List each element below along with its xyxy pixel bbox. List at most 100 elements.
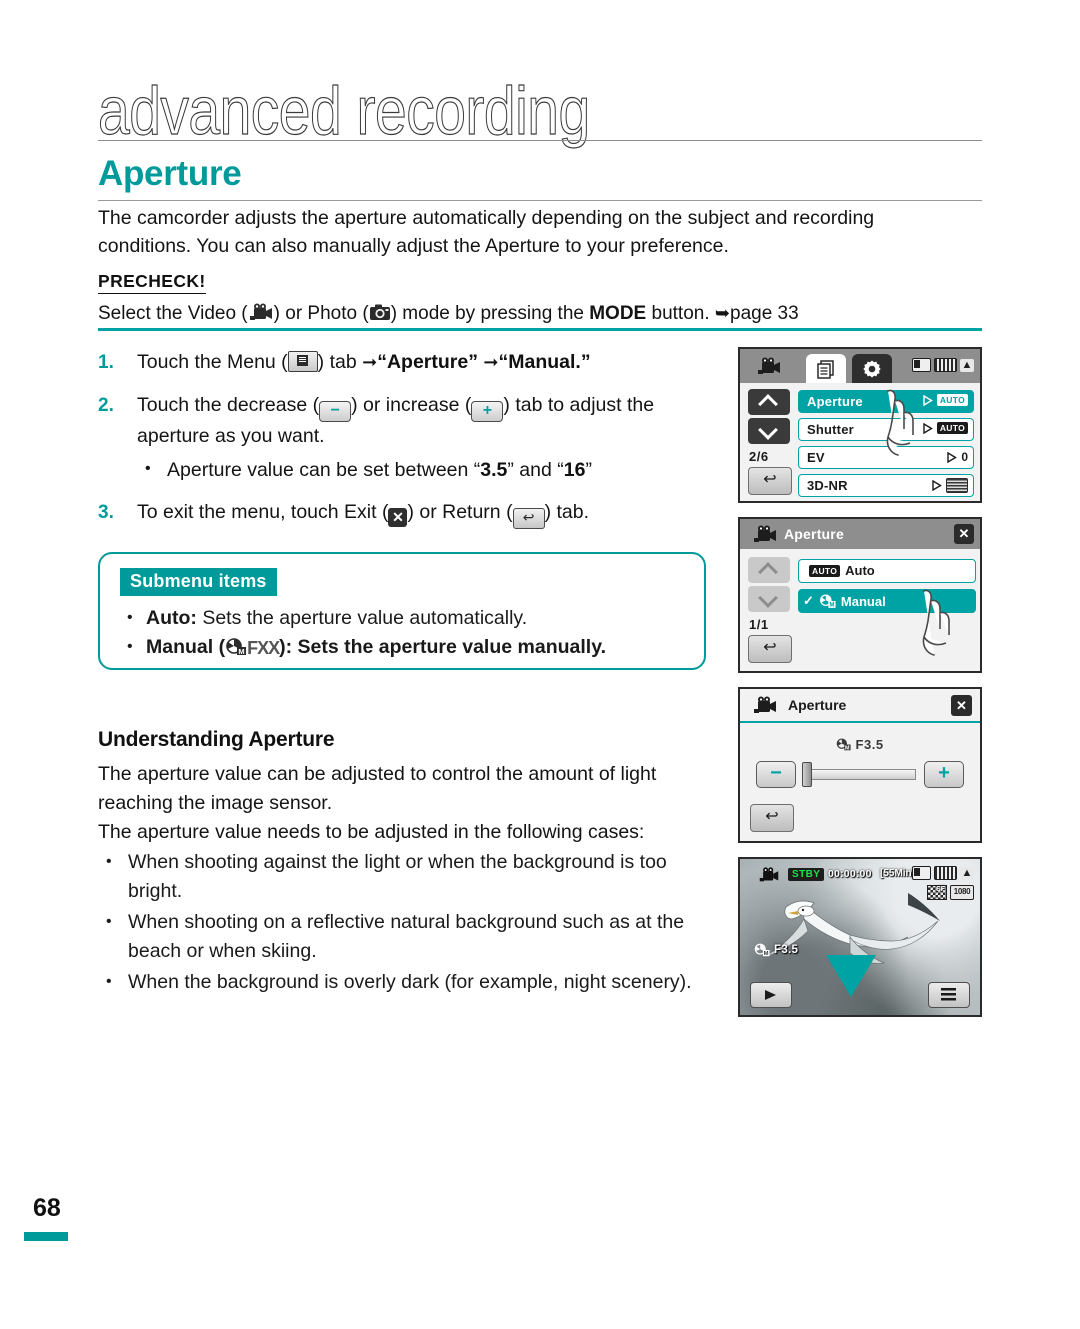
status-icons-menu: ▲ (912, 358, 974, 377)
submenu-item-auto: Auto: Sets the aperture value automatica… (122, 603, 688, 633)
menu-row-ev[interactable]: EV 0 (798, 446, 974, 469)
increase-button[interactable]: + (924, 761, 964, 788)
quality-label: SF (936, 886, 945, 893)
lcd-screenshot-submenu: Aperture ✕ 1/1 ↩ AUTO Auto ✓ M Manual (738, 517, 982, 673)
return-button-icon: ↩ (512, 508, 545, 529)
decrease-button[interactable]: − (756, 761, 796, 788)
aperture-manual-icon: M (225, 636, 247, 656)
aperture-max-value: 16 (563, 459, 586, 481)
step-3-text-b: ) or Return ( (407, 501, 513, 523)
menu-row-value: 0 (946, 450, 968, 464)
step-2-bullet-c: ” (585, 459, 592, 481)
page-number: 68 (33, 1194, 61, 1222)
submenu-option-inner: ✓ M Manual (803, 593, 886, 609)
submenu-option-label: Auto (845, 563, 875, 578)
tab-settings[interactable] (852, 354, 892, 383)
menu-row-badge: AUTO (936, 394, 968, 406)
step-2-number: 2. (98, 395, 114, 416)
menu-row-shutter[interactable]: Shutter AUTO (798, 418, 974, 441)
memory-card-icon (912, 358, 931, 372)
precheck-divider (98, 328, 982, 331)
scroll-down-button[interactable] (748, 586, 790, 612)
auto-badge-icon: AUTO (809, 564, 841, 577)
step-1-text-a: Touch the Menu ( (137, 351, 288, 373)
signal-icon: ▲ (960, 866, 974, 880)
understanding-heading: Understanding Aperture (98, 728, 335, 751)
scroll-up-button[interactable] (748, 557, 790, 583)
check-icon: ✓ (803, 593, 814, 608)
play-triangle-icon (947, 451, 958, 463)
submenu-option-manual[interactable]: ✓ M Manual (798, 589, 976, 613)
adjust-close-button[interactable]: ✕ (951, 695, 972, 716)
understanding-body-line2: The aperture value needs to be adjusted … (98, 821, 645, 843)
step-1: 1. Touch the Menu () tab ➞“Aperture” ➞“Ma… (98, 348, 710, 377)
aperture-slider-thumb[interactable] (802, 762, 812, 787)
aperture-value-display: M F3.5 (740, 737, 980, 752)
menu-row-label: Aperture (807, 394, 863, 409)
pointer-triangle (826, 955, 876, 997)
memory-card-icon (912, 866, 931, 880)
mode-button-bold: MODE (589, 303, 647, 324)
submenu-option-label: Manual (840, 593, 886, 609)
submenu-items-tag: Submenu items (120, 568, 277, 596)
battery-icon (934, 358, 957, 372)
signal-icon: ▲ (960, 358, 974, 372)
play-triangle-icon (932, 480, 942, 491)
resolution-icon: 1080 (950, 885, 974, 900)
photo-mode-icon (369, 303, 391, 323)
menu-row-badge: AUTO (936, 422, 968, 434)
aperture-cases-list: When shooting against the light or when … (98, 847, 720, 999)
playback-button[interactable] (750, 982, 792, 1008)
understanding-body: The aperture value can be adjusted to co… (98, 760, 698, 847)
chevron-down-icon (758, 420, 778, 440)
intro-paragraph: The camcorder adjusts the aperture autom… (98, 207, 875, 257)
precheck-text-part1: Select the Video ( (98, 303, 248, 324)
lcd-screenshot-liveview: STBY 00:00:00 [55Min] ▲ SF 1080 M F3.5 (738, 857, 982, 1017)
step-1-target-aperture: “Aperture” (377, 351, 478, 373)
step-2-text-b: ) or increase ( (351, 394, 472, 416)
case-item: When shooting against the light or when … (98, 847, 720, 906)
adjust-panel-title: Aperture (788, 697, 847, 713)
play-triangle-icon (923, 422, 933, 434)
precheck-text-part3: ) mode by pressing the (390, 303, 590, 324)
submenu-back-button[interactable]: ↩ (748, 635, 792, 663)
video-mode-icon-live (758, 867, 780, 888)
submenu-option-auto[interactable]: AUTO Auto (798, 559, 976, 583)
aperture-min-value: 3.5 (480, 459, 508, 481)
precheck-text: Select the Video () or Photo () mode by … (98, 300, 968, 327)
understanding-body-line1: The aperture value can be adjusted to co… (98, 763, 657, 814)
chapter-title: advanced recording (98, 73, 591, 150)
aperture-value-text: F3.5 (855, 737, 884, 752)
arrow-icon: ➞ (362, 352, 378, 372)
step-2-bullet: Aperture value can be set between “3.5” … (137, 455, 710, 484)
step-2-text-a: Touch the decrease ( (137, 394, 320, 416)
step-1-target-manual: “Manual.” (498, 351, 591, 373)
step-1-text-b: ) tab (317, 351, 363, 373)
menu-row-value: AUTO (922, 394, 968, 406)
menu-button[interactable] (928, 982, 970, 1008)
menu-tab-icon (287, 351, 318, 372)
tab-menu-pages[interactable] (806, 354, 846, 383)
menu-back-button[interactable]: ↩ (748, 467, 792, 495)
arrow-icon-2: ➞ (483, 352, 499, 372)
case-item: When shooting on a reflective natural ba… (98, 907, 720, 966)
aperture-slider-track[interactable] (806, 769, 916, 780)
submenu-close-button[interactable]: ✕ (954, 524, 974, 544)
menu-row-badge-image (946, 478, 968, 493)
menu-row-aperture[interactable]: Aperture AUTO (798, 390, 974, 413)
menu-row-3dnr[interactable]: 3D-NR (798, 474, 974, 497)
submenu-item-auto-name: Auto: (146, 607, 197, 629)
svg-text:M: M (845, 745, 850, 751)
adjust-back-button[interactable]: ↩ (750, 804, 794, 832)
scroll-down-button[interactable] (748, 418, 790, 444)
svg-text:M: M (238, 647, 244, 656)
scroll-up-button[interactable] (748, 389, 790, 415)
instruction-steps: 1. Touch the Menu () tab ➞“Aperture” ➞“Ma… (98, 348, 710, 543)
menu-row-value: AUTO (922, 422, 968, 434)
chapter-divider (98, 140, 982, 141)
submenu-item-auto-desc: Sets the aperture value automatically. (196, 607, 528, 629)
submenu-option-inner: AUTO Auto (809, 563, 875, 578)
step-2-bullet-b: ” and “ (507, 459, 564, 481)
timecode-display: 00:00:00 (828, 868, 872, 880)
page-ref-arrow-icon: ➥ (714, 303, 730, 323)
